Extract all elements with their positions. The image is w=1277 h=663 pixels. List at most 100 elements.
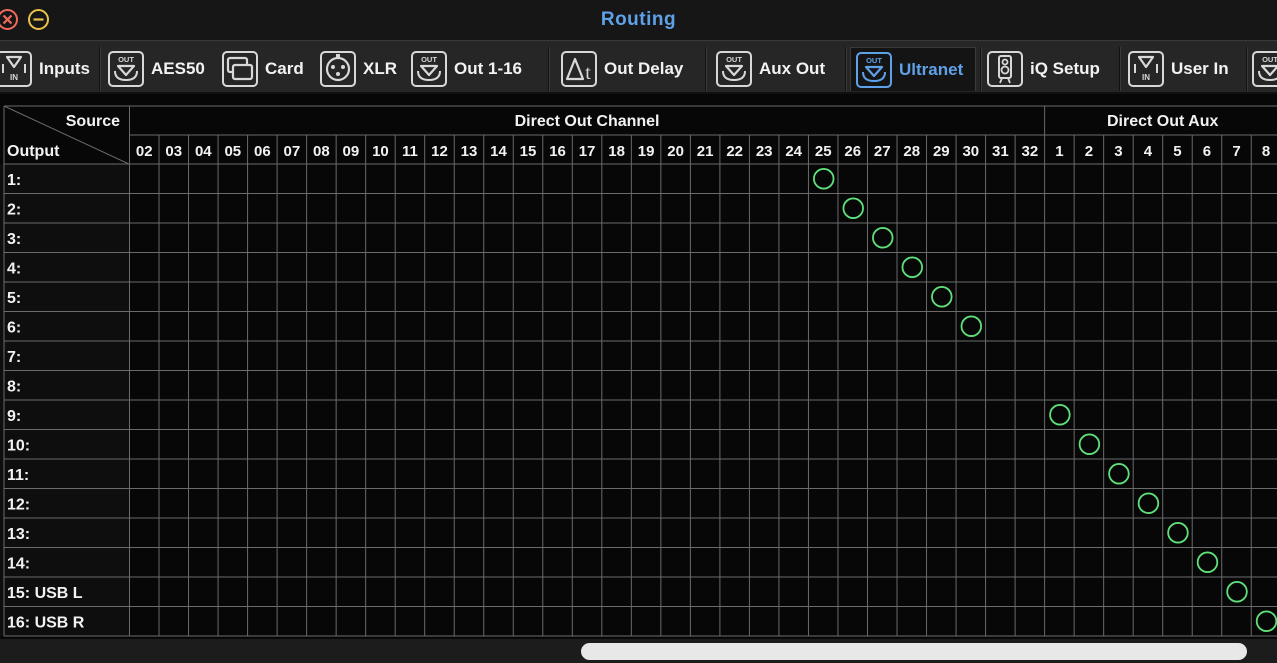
matrix-cell[interactable] — [749, 282, 779, 312]
tab-aux-out[interactable]: OUT Aux Out — [716, 47, 840, 91]
matrix-cell[interactable] — [720, 164, 750, 194]
matrix-cell[interactable] — [130, 430, 160, 460]
matrix-cell[interactable] — [1074, 400, 1104, 430]
matrix-cell[interactable] — [248, 282, 278, 312]
matrix-cell[interactable] — [1104, 548, 1134, 578]
matrix-cell[interactable] — [1074, 459, 1104, 489]
matrix-cell[interactable] — [690, 400, 720, 430]
matrix-cell[interactable] — [366, 607, 396, 637]
matrix-cell[interactable] — [631, 164, 661, 194]
matrix-cell[interactable] — [1163, 548, 1193, 578]
matrix-cell[interactable] — [336, 253, 366, 283]
matrix-cell[interactable] — [130, 607, 160, 637]
matrix-cell[interactable] — [130, 223, 160, 253]
matrix-cell[interactable] — [986, 282, 1016, 312]
matrix-cell[interactable] — [425, 607, 455, 637]
matrix-cell[interactable] — [956, 371, 986, 401]
matrix-cell[interactable] — [1222, 459, 1252, 489]
matrix-cell[interactable] — [425, 371, 455, 401]
column-label[interactable]: 24 — [785, 143, 802, 160]
matrix-cell[interactable] — [513, 518, 543, 548]
matrix-cell[interactable] — [572, 607, 602, 637]
column-label[interactable]: 15 — [520, 143, 537, 160]
column-label[interactable]: 5 — [1173, 143, 1181, 160]
matrix-cell[interactable] — [1104, 577, 1134, 607]
matrix-cell[interactable] — [1192, 223, 1222, 253]
matrix-cell[interactable] — [661, 607, 691, 637]
matrix-cell[interactable] — [366, 223, 396, 253]
matrix-cell[interactable] — [425, 459, 455, 489]
matrix-cell[interactable] — [1133, 518, 1163, 548]
matrix-cell[interactable] — [631, 430, 661, 460]
matrix-cell[interactable] — [749, 253, 779, 283]
matrix-cell[interactable] — [631, 312, 661, 342]
matrix-cell[interactable] — [189, 607, 219, 637]
matrix-cell[interactable] — [248, 223, 278, 253]
matrix-cell[interactable] — [1045, 548, 1075, 578]
matrix-cell[interactable] — [454, 430, 484, 460]
matrix-cell[interactable] — [218, 223, 248, 253]
matrix-cell[interactable] — [130, 194, 160, 224]
matrix-cell[interactable] — [307, 223, 337, 253]
column-label[interactable]: 29 — [933, 143, 950, 160]
tab-user-in[interactable]: IN User In — [1128, 47, 1240, 91]
matrix-cell[interactable] — [572, 312, 602, 342]
matrix-cell[interactable] — [307, 400, 337, 430]
matrix-cell[interactable] — [720, 400, 750, 430]
matrix-cell[interactable] — [484, 430, 514, 460]
matrix-cell[interactable] — [277, 548, 307, 578]
matrix-cell[interactable] — [248, 518, 278, 548]
matrix-cell[interactable] — [838, 371, 868, 401]
matrix-cell[interactable] — [543, 282, 573, 312]
matrix-cell[interactable] — [868, 312, 898, 342]
matrix-cell[interactable] — [248, 400, 278, 430]
matrix-cell[interactable] — [189, 312, 219, 342]
matrix-cell[interactable] — [1192, 371, 1222, 401]
matrix-cell[interactable] — [307, 548, 337, 578]
matrix-cell[interactable] — [779, 312, 809, 342]
matrix-cell[interactable] — [248, 430, 278, 460]
matrix-cell[interactable] — [1015, 164, 1045, 194]
matrix-cell[interactable] — [927, 459, 957, 489]
matrix-cell[interactable] — [366, 577, 396, 607]
matrix-cell[interactable] — [484, 577, 514, 607]
matrix-cell[interactable] — [956, 430, 986, 460]
matrix-cell[interactable] — [395, 194, 425, 224]
matrix-cell[interactable] — [454, 459, 484, 489]
matrix-cell[interactable] — [956, 194, 986, 224]
matrix-cell[interactable] — [336, 518, 366, 548]
matrix-cell[interactable] — [159, 489, 189, 519]
column-label[interactable]: 4 — [1144, 143, 1153, 160]
matrix-cell[interactable] — [749, 489, 779, 519]
matrix-cell[interactable] — [690, 489, 720, 519]
matrix-cell[interactable] — [986, 577, 1016, 607]
matrix-cell[interactable] — [395, 253, 425, 283]
matrix-cell[interactable] — [307, 312, 337, 342]
matrix-cell[interactable] — [425, 430, 455, 460]
matrix-cell[interactable] — [661, 518, 691, 548]
matrix-cell[interactable] — [897, 548, 927, 578]
matrix-cell[interactable] — [868, 489, 898, 519]
matrix-cell[interactable] — [513, 371, 543, 401]
matrix-cell[interactable] — [661, 577, 691, 607]
matrix-cell[interactable] — [218, 282, 248, 312]
matrix-cell[interactable] — [986, 194, 1016, 224]
matrix-cell[interactable] — [1222, 430, 1252, 460]
matrix-cell[interactable] — [1133, 341, 1163, 371]
matrix-cell[interactable] — [986, 223, 1016, 253]
matrix-cell[interactable] — [543, 371, 573, 401]
matrix-cell[interactable] — [1222, 223, 1252, 253]
matrix-cell[interactable] — [1104, 371, 1134, 401]
matrix-cell[interactable] — [218, 312, 248, 342]
matrix-cell[interactable] — [808, 194, 838, 224]
matrix-cell[interactable] — [543, 312, 573, 342]
matrix-cell[interactable] — [159, 548, 189, 578]
matrix-cell[interactable] — [602, 489, 632, 519]
matrix-cell[interactable] — [159, 577, 189, 607]
matrix-cell[interactable] — [690, 282, 720, 312]
matrix-cell[interactable] — [986, 607, 1016, 637]
matrix-cell[interactable] — [1163, 341, 1193, 371]
column-label[interactable]: 09 — [343, 143, 360, 160]
matrix-cell[interactable] — [336, 223, 366, 253]
matrix-cell[interactable] — [572, 548, 602, 578]
